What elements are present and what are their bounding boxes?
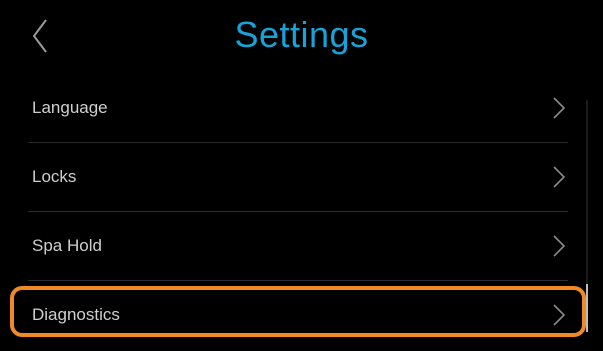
menu-item-spa-hold[interactable]: Spa Hold [28, 212, 576, 280]
menu-item-label: Spa Hold [32, 236, 102, 255]
chevron-right-icon [553, 235, 566, 257]
settings-screen: Settings Language Locks Spa Hold Diagnos… [0, 0, 603, 351]
chevron-right-icon [553, 166, 566, 188]
menu-item-diagnostics[interactable]: Diagnostics [28, 281, 576, 349]
menu-item-label: Language [32, 98, 108, 117]
menu-item-language[interactable]: Language [28, 74, 576, 142]
chevron-right-icon [553, 304, 566, 326]
menu-item-locks[interactable]: Locks [28, 143, 576, 211]
menu-item-label: Locks [32, 167, 77, 186]
scrollbar-thumb[interactable] [586, 284, 588, 332]
chevron-right-icon [553, 97, 566, 119]
scrollbar[interactable] [586, 100, 588, 332]
menu-item-label: Diagnostics [32, 305, 120, 324]
page-title: Settings [234, 14, 369, 55]
